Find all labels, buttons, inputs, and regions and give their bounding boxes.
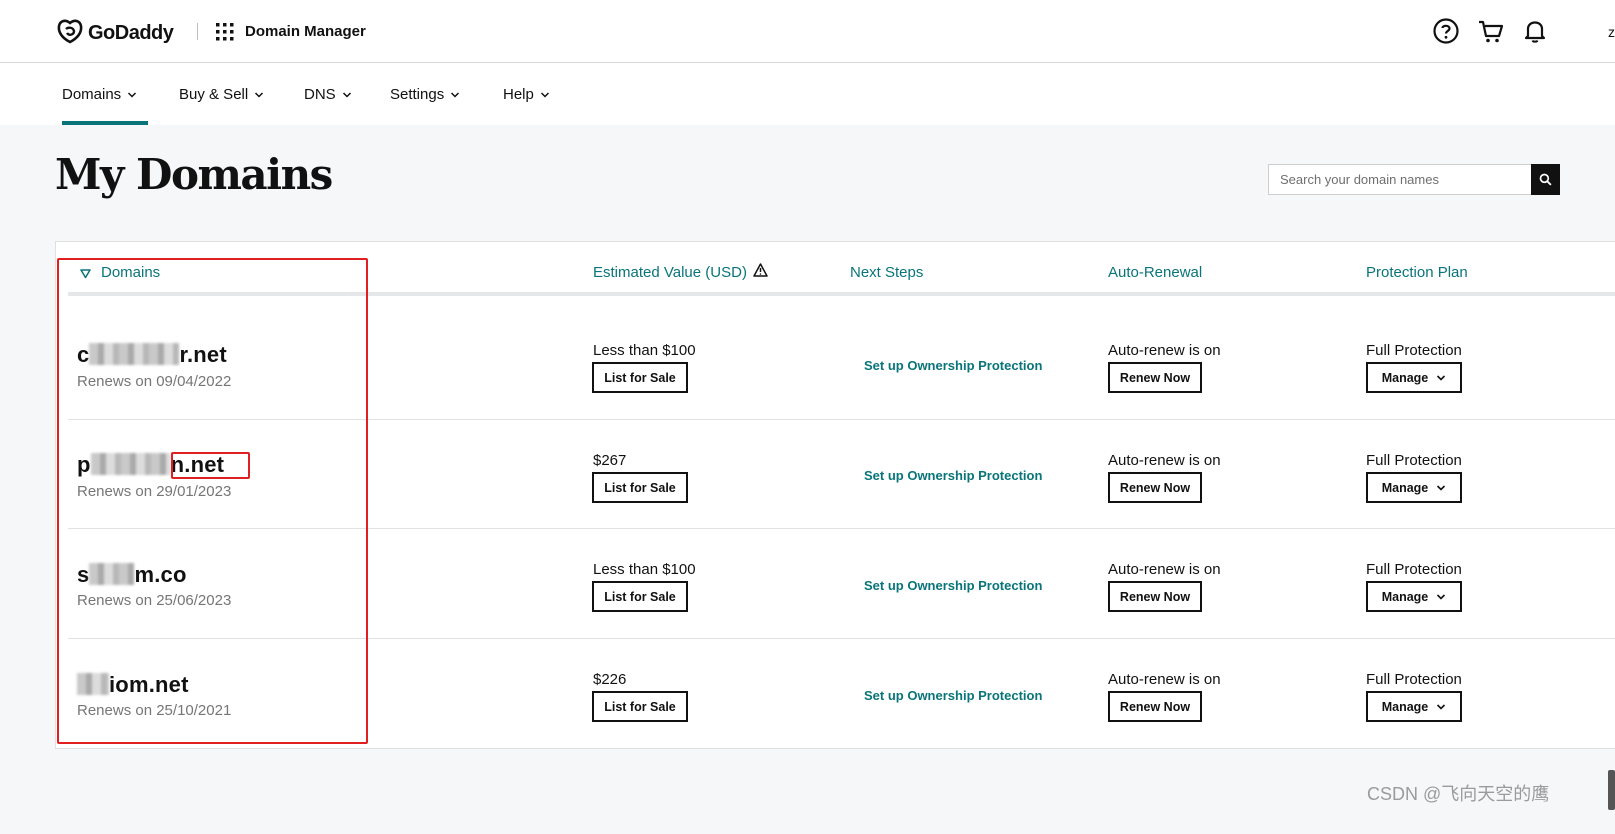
ownership-protection-link[interactable]: Set up Ownership Protection (864, 578, 1042, 593)
nav-label: Help (503, 86, 534, 103)
protection-plan: Full Protection (1366, 671, 1462, 688)
auto-renew-status: Auto-renew is on (1108, 342, 1221, 359)
renew-now-button[interactable]: Renew Now (1108, 472, 1202, 503)
godaddy-logo-icon (56, 17, 84, 50)
list-for-sale-button[interactable]: List for Sale (592, 691, 688, 722)
protection-plan: Full Protection (1366, 342, 1462, 359)
column-header-auto-renewal[interactable]: Auto-Renewal (1108, 264, 1202, 281)
auto-renew-status: Auto-renew is on (1108, 452, 1221, 469)
chevron-down-icon (451, 91, 460, 98)
search-icon (1539, 173, 1552, 186)
manage-button[interactable]: Manage (1366, 691, 1462, 722)
app-title: Domain Manager (245, 23, 366, 40)
estimated-value: Less than $100 (593, 342, 696, 359)
cart-icon[interactable] (1477, 17, 1505, 45)
ownership-protection-link[interactable]: Set up Ownership Protection (864, 688, 1042, 703)
chevron-down-icon (540, 91, 549, 98)
renew-now-button[interactable]: Renew Now (1108, 691, 1202, 722)
chevron-down-icon (1437, 374, 1446, 381)
nav-domains[interactable]: Domains (62, 86, 137, 103)
top-header: GoDaddy Domain Manager z (0, 0, 1615, 63)
protection-plan: Full Protection (1366, 561, 1462, 578)
estimated-value: Less than $100 (593, 561, 696, 578)
page-title: My Domains (55, 150, 333, 199)
list-for-sale-button[interactable]: List for Sale (592, 362, 688, 393)
auto-renew-status: Auto-renew is on (1108, 561, 1221, 578)
nav-label: Settings (390, 86, 445, 103)
help-icon[interactable] (1432, 17, 1460, 45)
nav-help[interactable]: Help (503, 86, 550, 103)
list-for-sale-button[interactable]: List for Sale (592, 472, 688, 503)
account-menu-initial[interactable]: z (1608, 24, 1615, 40)
chevron-down-icon (1437, 593, 1446, 600)
nav-label: DNS (304, 86, 336, 103)
column-header-estimated-value[interactable]: Estimated Value (USD) (593, 264, 747, 281)
ownership-protection-link[interactable]: Set up Ownership Protection (864, 468, 1042, 483)
estimated-value: $226 (593, 671, 627, 688)
chevron-down-icon (342, 91, 351, 98)
manage-button[interactable]: Manage (1366, 472, 1462, 503)
active-tab-indicator (62, 121, 148, 125)
chevron-down-icon (128, 91, 137, 98)
header-divider (197, 23, 198, 40)
manage-button[interactable]: Manage (1366, 362, 1462, 393)
bell-icon[interactable] (1521, 17, 1549, 45)
nav-buy-sell[interactable]: Buy & Sell (179, 86, 264, 103)
warning-icon[interactable] (753, 263, 768, 277)
manage-button[interactable]: Manage (1366, 581, 1462, 612)
nav-label: Domains (62, 86, 122, 103)
domain-search (1268, 164, 1560, 195)
nav-label: Buy & Sell (179, 86, 249, 103)
godaddy-logo[interactable]: GoDaddy (56, 17, 174, 50)
chevron-down-icon (1437, 703, 1446, 710)
nav-dns[interactable]: DNS (304, 86, 352, 103)
search-input[interactable] (1268, 164, 1531, 195)
renew-now-button[interactable]: Renew Now (1108, 581, 1202, 612)
annotation-box-tld (171, 452, 250, 479)
watermark: CSDN @飞向天空的鹰 (1367, 784, 1550, 804)
renew-now-button[interactable]: Renew Now (1108, 362, 1202, 393)
column-header-protection-plan[interactable]: Protection Plan (1366, 264, 1468, 281)
ownership-protection-link[interactable]: Set up Ownership Protection (864, 358, 1042, 373)
apps-grid-icon[interactable] (215, 22, 235, 42)
auto-renew-status: Auto-renew is on (1108, 671, 1221, 688)
chevron-down-icon (1437, 484, 1446, 491)
protection-plan: Full Protection (1366, 452, 1462, 469)
search-button[interactable] (1531, 164, 1560, 195)
edge-scroll-element (1608, 770, 1615, 810)
main-nav: Domains Buy & Sell DNS Settings Help (0, 63, 1615, 125)
estimated-value: $267 (593, 452, 627, 469)
list-for-sale-button[interactable]: List for Sale (592, 581, 688, 612)
annotation-box-domains-column (57, 258, 368, 744)
chevron-down-icon (255, 91, 264, 98)
column-header-next-steps[interactable]: Next Steps (850, 264, 923, 281)
nav-settings[interactable]: Settings (390, 86, 460, 103)
brand-name: GoDaddy (88, 22, 174, 44)
